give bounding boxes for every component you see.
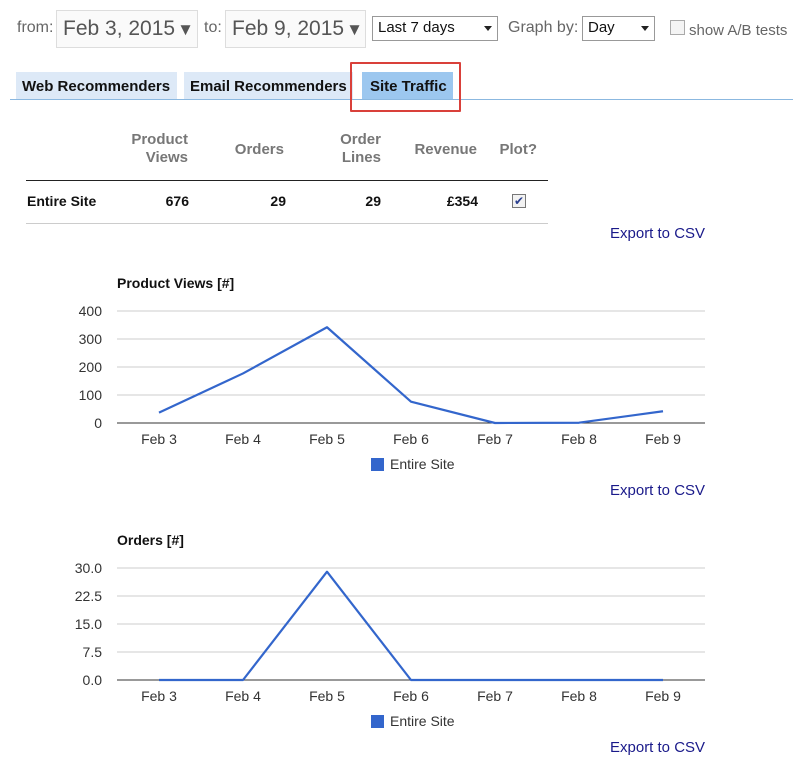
y-tick-label: 7.5 [83,644,103,660]
dropdown-arrow-icon [641,26,649,31]
plot-checkbox[interactable]: ✔ [512,194,526,208]
x-tick-label: Feb 6 [393,431,429,447]
legend-label: Entire Site [390,456,455,472]
export-csv-link-orders[interactable]: Export to CSV [610,739,705,756]
to-date-picker[interactable]: Feb 9, 2015 ▼ [225,10,366,48]
col-header-orders: Orders [234,141,284,158]
y-tick-label: 200 [79,359,103,375]
row-name: Entire Site [27,193,97,209]
ab-tests-checkbox[interactable] [670,20,685,35]
x-tick-label: Feb 9 [645,688,681,704]
cell-orders: 29 [270,193,286,209]
graph-by-select[interactable]: Day [582,16,655,41]
cell-product-views: 676 [165,193,189,209]
filter-bar: from: Feb 3, 2015 ▼ to: Feb 9, 2015 ▼ Last… [0,0,793,60]
y-tick-label: 22.5 [75,588,102,604]
x-tick-label: Feb 4 [225,431,261,447]
x-tick-label: Feb 6 [393,688,429,704]
x-tick-label: Feb 5 [309,688,345,704]
x-tick-label: Feb 7 [477,431,513,447]
dropdown-arrow-icon [484,26,492,31]
check-icon: ✔ [513,194,525,208]
graph-by-label: Graph by: [508,19,579,36]
x-tick-label: Feb 8 [561,688,597,704]
y-tick-label: 300 [79,331,103,347]
legend-label: Entire Site [390,713,455,729]
graph-by-value: Day [588,19,615,36]
y-tick-label: 0.0 [83,672,103,688]
x-tick-label: Feb 7 [477,688,513,704]
orders-chart: 0.0 7.5 15.0 22.5 30.0 Feb 3 Feb 4 Feb 5 Feb 6 Fe… [75,560,705,729]
to-date-value: Feb 9, 2015 [232,17,345,40]
tab-email-recommenders[interactable]: Email Recommenders [184,72,353,99]
to-label: to: [204,19,222,36]
tab-web-recommenders[interactable]: Web Recommenders [16,72,177,99]
from-date-picker[interactable]: Feb 3, 2015 ▼ [56,10,198,48]
y-tick-label: 100 [79,387,103,403]
chart-title-orders: Orders [#] [117,532,184,548]
y-tick-label: 30.0 [75,560,102,576]
y-tick-label: 0 [94,415,102,431]
from-label: from: [17,19,54,36]
export-csv-link-product-views[interactable]: Export to CSV [610,482,705,499]
x-tick-label: Feb 4 [225,688,261,704]
x-tick-label: Feb 9 [645,431,681,447]
y-tick-label: 15.0 [75,616,102,632]
legend-swatch [371,458,384,471]
cell-order-lines: 29 [365,193,381,209]
chevron-down-icon: ▼ [177,20,194,39]
x-tick-label: Feb 3 [141,431,177,447]
export-csv-link-summary[interactable]: Export to CSV [610,225,705,242]
date-range-value: Last 7 days [378,19,455,36]
x-tick-label: Feb 8 [561,431,597,447]
from-date-value: Feb 3, 2015 [63,17,176,40]
chevron-down-icon: ▼ [346,20,363,39]
col-header-order-lines: Order Lines [340,131,381,166]
col-header-plot: Plot? [499,141,538,158]
tab-label: Web Recommenders [22,78,171,95]
tab-highlight-box [350,62,461,112]
date-range-select[interactable]: Last 7 days [372,16,498,41]
col-header-revenue: Revenue [414,141,477,158]
table-header-rule [26,180,548,181]
x-tick-label: Feb 5 [309,431,345,447]
cell-revenue: £354 [446,193,478,209]
tab-label: Email Recommenders [190,78,347,95]
series-line-entire-site [158,326,664,425]
product-views-chart: 0 100 200 300 400 Feb 3 Feb 4 Feb 5 Feb 6 Feb 7 Fe… [79,303,705,472]
col-header-product-views: Product Views [131,131,188,166]
series-line-entire-site [159,570,663,682]
ab-tests-label: show A/B tests [689,22,788,39]
x-tick-label: Feb 3 [141,688,177,704]
chart-title-product-views: Product Views [#] [117,275,235,291]
legend-swatch [371,715,384,728]
table-bottom-rule [26,223,548,224]
y-tick-label: 400 [79,303,103,319]
